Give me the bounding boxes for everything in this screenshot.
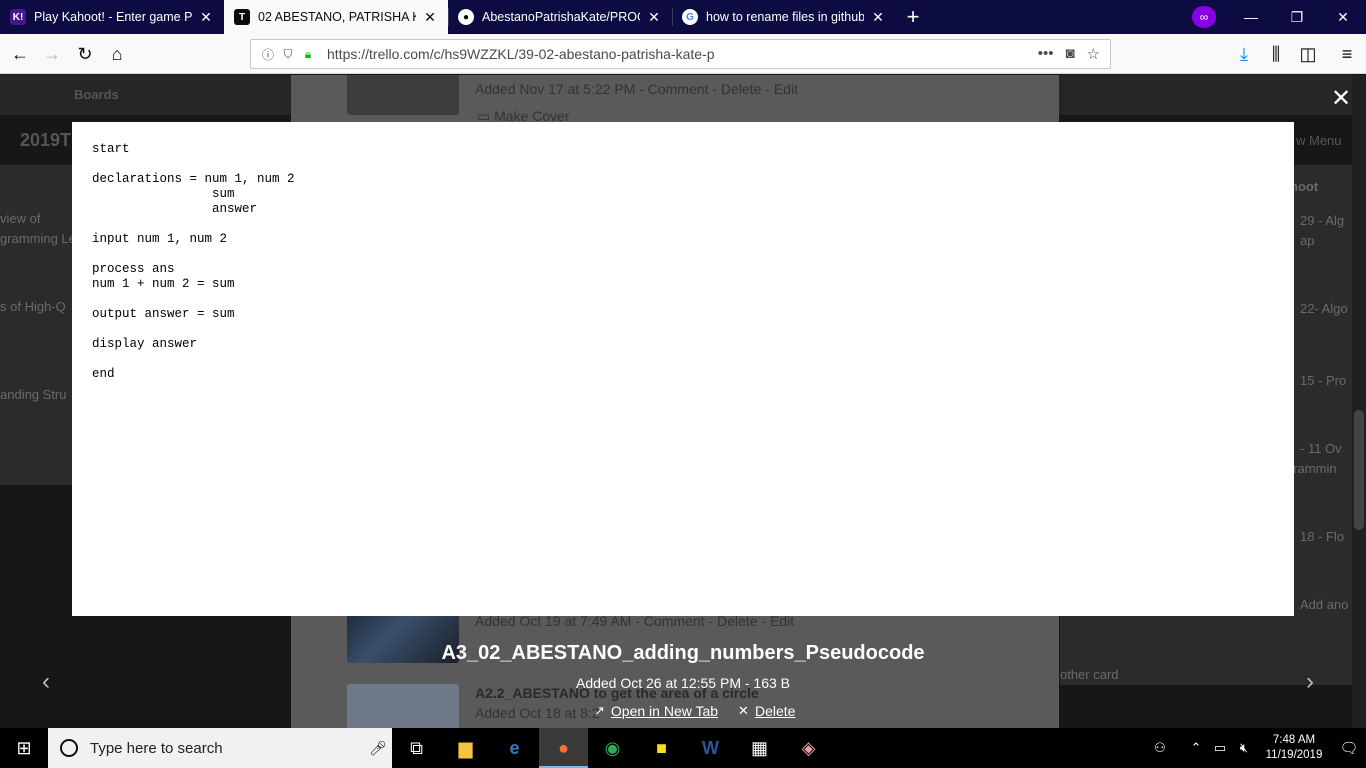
- card-fragment: 29 - Alg: [1300, 213, 1345, 228]
- show-menu-button[interactable]: w Menu: [1296, 133, 1342, 148]
- github-favicon-icon: ●: [458, 9, 474, 25]
- page-scrollbar[interactable]: [1352, 75, 1366, 728]
- chrome-icon[interactable]: ◉: [588, 728, 637, 768]
- page-actions-icon[interactable]: •••: [1038, 45, 1054, 63]
- word-icon[interactable]: W: [686, 728, 735, 768]
- windows-start-icon[interactable]: ⊞: [0, 728, 48, 768]
- tab-github[interactable]: ● AbestanoPatrishaKate/PROGC ✕: [448, 0, 672, 34]
- edit-link[interactable]: Edit: [774, 81, 798, 97]
- google-favicon-icon: G: [682, 9, 698, 25]
- open-in-new-tab-link[interactable]: Open in New Tab: [611, 703, 718, 719]
- show-hidden-icons-icon[interactable]: ⌃: [1184, 740, 1208, 756]
- trello-favicon-icon: T: [234, 9, 250, 25]
- downloads-icon[interactable]: ⤓: [1230, 40, 1258, 68]
- window-controls: — ❐ ✕: [1228, 0, 1366, 34]
- tab-title: 02 ABESTANO, PATRISHA KATE: [258, 10, 416, 24]
- kahoot-favicon-icon: K!: [10, 9, 26, 25]
- card-fragment: ap: [1300, 233, 1315, 248]
- tab-kahoot[interactable]: K! Play Kahoot! - Enter game PIN ✕: [0, 0, 224, 34]
- url-text[interactable]: https://trello.com/c/hs9WZZKL/39-02-abes…: [327, 46, 1038, 62]
- minimize-icon[interactable]: —: [1228, 0, 1274, 34]
- tab-strip: K! Play Kahoot! - Enter game PIN ✕ T 02 …: [0, 0, 1366, 34]
- tracking-shield-icon[interactable]: ⛉: [279, 45, 297, 63]
- taskbar-search[interactable]: Type here to search 🎤︎: [48, 728, 392, 768]
- attachment-meta: Added Oct 26 at 12:55 PM - 163 B: [575, 675, 791, 691]
- action-center-icon[interactable]: 🗨︎: [1332, 739, 1366, 757]
- cortana-icon: [60, 739, 78, 757]
- attachment-meta: Added Nov 17 at 5:22 PM - Comment - Dele…: [475, 81, 798, 97]
- card-fragment: 18 - Flo: [1300, 529, 1345, 544]
- preview-text: start declarations = num 1, num 2 sum an…: [92, 142, 295, 381]
- system-tray: ⚇ ⌃ ▭ 🔇︎ 7:48 AM 11/19/2019 🗨︎: [1148, 728, 1366, 768]
- close-preview-icon[interactable]: ✕: [1330, 87, 1352, 111]
- library-icon[interactable]: ⫼: [1262, 40, 1290, 68]
- close-tab-icon[interactable]: ✕: [870, 9, 886, 26]
- delete-attachment-link[interactable]: Delete: [755, 703, 795, 719]
- card-fragment: 22- Algo: [1300, 301, 1348, 316]
- list-title: hoot: [1290, 179, 1319, 194]
- reload-icon[interactable]: ↻: [71, 40, 99, 68]
- calculator-icon[interactable]: ▦: [735, 728, 784, 768]
- home-icon[interactable]: ⌂: [103, 40, 131, 68]
- back-icon[interactable]: ←: [6, 40, 34, 68]
- edge-icon[interactable]: e: [490, 728, 539, 768]
- add-another-list[interactable]: Add ano: [1300, 597, 1348, 612]
- delete-icon: ✕: [738, 703, 749, 718]
- app-icon[interactable]: ◈: [784, 728, 833, 768]
- card-fragment: - 11 Ov: [1300, 441, 1342, 456]
- windows-taskbar: ⊞ Type here to search 🎤︎ ⧉ ▆ e ● ◉ ■ W ▦…: [0, 728, 1366, 768]
- private-browsing-icon: ∞: [1192, 6, 1216, 28]
- close-tab-icon[interactable]: ✕: [422, 9, 438, 26]
- boards-button[interactable]: Boards: [74, 87, 119, 102]
- address-bar[interactable]: ⓘ ⛉ 🔒︎ https://trello.com/c/hs9WZZKL/39-…: [250, 39, 1111, 69]
- info-icon[interactable]: ⓘ: [259, 45, 277, 63]
- attachment-actions: ↗ Open in New Tab ✕ Delete: [594, 703, 795, 719]
- attachment-filename: A3_02_ABESTANO_adding_numbers_Pseudocode: [441, 642, 925, 664]
- scrollbar-thumb[interactable]: [1354, 410, 1364, 530]
- menu-icon[interactable]: ≡: [1333, 40, 1361, 68]
- card-fragment: gramming Le: [0, 231, 76, 246]
- task-view-icon[interactable]: ⧉: [392, 728, 441, 768]
- sticky-notes-icon[interactable]: ■: [637, 728, 686, 768]
- board-title: 2019T: [20, 130, 72, 150]
- card-fragment: 15 - Pro: [1300, 373, 1347, 388]
- forward-icon[interactable]: →: [38, 40, 66, 68]
- volume-icon[interactable]: 🔇︎: [1232, 740, 1256, 756]
- close-window-icon[interactable]: ✕: [1320, 0, 1366, 34]
- attachment-thumbnail[interactable]: [347, 75, 459, 115]
- clock-date: 11/19/2019: [1265, 749, 1323, 761]
- delete-link[interactable]: Delete: [721, 81, 761, 97]
- card-fragment: view of: [0, 211, 41, 226]
- file-explorer-icon[interactable]: ▆: [441, 728, 490, 768]
- attachment-meta: Added Oct 18 at 8:2: [475, 705, 600, 721]
- search-placeholder[interactable]: Type here to search: [90, 740, 364, 757]
- clock-time: 7:48 AM: [1272, 734, 1316, 746]
- firefox-icon[interactable]: ●: [539, 728, 588, 768]
- people-icon[interactable]: ⚇: [1148, 740, 1172, 756]
- card-fragment: anding Stru: [0, 387, 67, 402]
- close-tab-icon[interactable]: ✕: [198, 9, 214, 26]
- clock[interactable]: 7:48 AM 11/19/2019: [1256, 733, 1332, 763]
- card-fragment: s of High-Q: [0, 299, 66, 314]
- attachment-preview: start declarations = num 1, num 2 sum an…: [72, 122, 1294, 616]
- sidebar-icon[interactable]: ◫: [1294, 40, 1322, 68]
- tab-title: how to rename files in github -: [706, 10, 864, 24]
- comment-link[interactable]: Comment: [648, 81, 709, 97]
- navigation-toolbar: ← → ↻ ⌂ ⓘ ⛉ 🔒︎ https://trello.com/c/hs9W…: [0, 34, 1366, 74]
- new-tab-icon[interactable]: +: [896, 0, 930, 34]
- network-icon[interactable]: ▭: [1208, 740, 1232, 756]
- tab-title: Play Kahoot! - Enter game PIN: [34, 10, 192, 24]
- bookmark-star-icon[interactable]: ☆: [1087, 45, 1100, 63]
- microphone-icon[interactable]: 🎤︎: [364, 740, 392, 757]
- lock-icon[interactable]: 🔒︎: [299, 45, 317, 63]
- external-link-icon: ↗: [594, 703, 605, 718]
- tab-google[interactable]: G how to rename files in github - ✕: [672, 0, 896, 34]
- restore-icon[interactable]: ❐: [1274, 0, 1320, 34]
- close-tab-icon[interactable]: ✕: [646, 9, 662, 26]
- tab-title: AbestanoPatrishaKate/PROGC: [482, 10, 640, 24]
- pocket-icon[interactable]: ◙: [1065, 45, 1074, 63]
- tab-trello[interactable]: T 02 ABESTANO, PATRISHA KATE ✕: [224, 0, 448, 34]
